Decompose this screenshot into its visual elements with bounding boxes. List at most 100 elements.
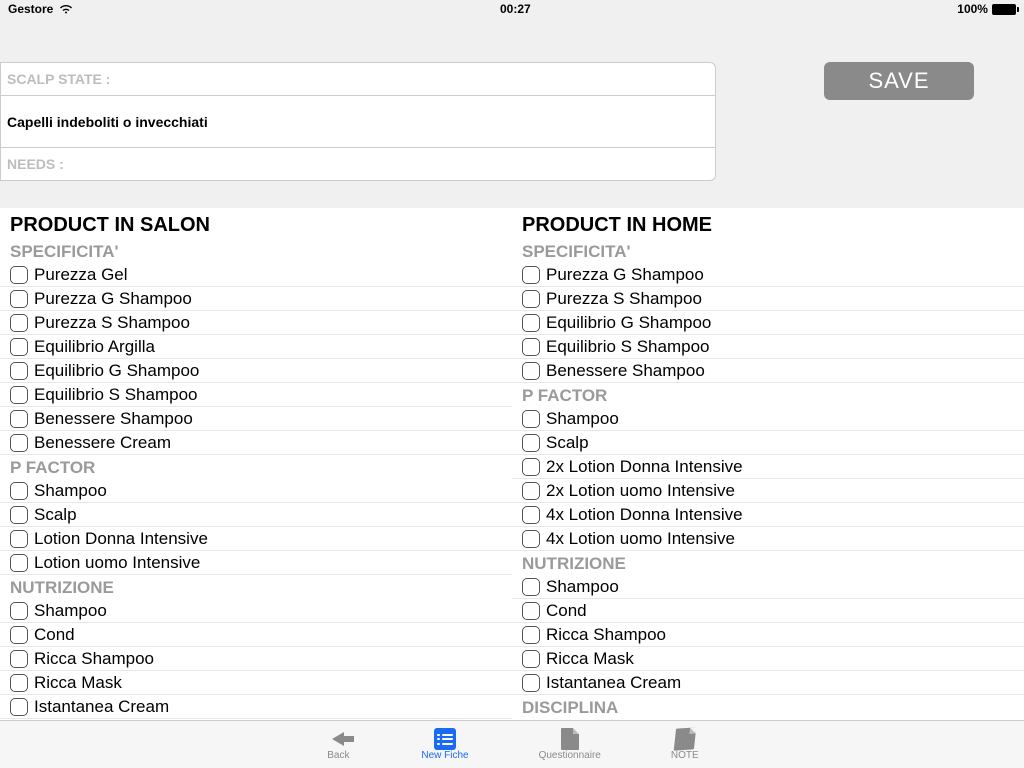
tab-back-label: Back [327, 750, 349, 761]
checkbox-icon[interactable] [10, 362, 28, 380]
product-row[interactable]: Shampoo [0, 599, 512, 623]
product-row[interactable]: Ricca Mask [512, 647, 1024, 671]
checkbox-icon[interactable] [522, 410, 540, 428]
product-row[interactable]: Ricca Mask [0, 671, 512, 695]
checkbox-icon[interactable] [522, 626, 540, 644]
needs-label[interactable]: NEEDS : [0, 148, 716, 181]
product-row[interactable]: Equilibrio G Shampoo [0, 359, 512, 383]
product-row[interactable]: Benessere Shampoo [512, 359, 1024, 383]
document-icon [561, 728, 579, 750]
product-label: Shampoo [34, 481, 107, 501]
product-row[interactable]: Purezza G Shampoo [0, 287, 512, 311]
product-row[interactable]: Equilibrio Argilla [0, 335, 512, 359]
product-row[interactable]: 2x Lotion Donna Intensive [512, 455, 1024, 479]
checkbox-icon[interactable] [522, 530, 540, 548]
salon-list: SPECIFICITA'Purezza GelPurezza G Shampoo… [0, 239, 512, 719]
checkbox-icon[interactable] [10, 482, 28, 500]
product-row[interactable]: 4x Lotion uomo Intensive [512, 527, 1024, 551]
checkbox-icon[interactable] [522, 650, 540, 668]
carrier-label: Gestore [8, 2, 53, 16]
product-row[interactable]: Scalp [0, 503, 512, 527]
product-label: 4x Lotion Donna Intensive [546, 505, 743, 525]
checkbox-icon[interactable] [10, 314, 28, 332]
tab-note[interactable]: NOTE [671, 728, 699, 761]
checkbox-icon[interactable] [10, 290, 28, 308]
product-row[interactable]: Purezza S Shampoo [0, 311, 512, 335]
product-label: Cond [34, 625, 75, 645]
product-label: Ricca Shampoo [546, 625, 666, 645]
product-row[interactable]: Cond [0, 623, 512, 647]
product-row[interactable]: Istantanea Cream [0, 695, 512, 719]
checkbox-icon[interactable] [522, 506, 540, 524]
checkbox-icon[interactable] [10, 506, 28, 524]
product-row[interactable]: 4x Lotion Donna Intensive [512, 503, 1024, 527]
product-row[interactable]: Scalp [512, 431, 1024, 455]
checkbox-icon[interactable] [10, 626, 28, 644]
tab-back[interactable]: Back [325, 728, 351, 761]
product-label: Scalp [546, 433, 589, 453]
checkbox-icon[interactable] [10, 338, 28, 356]
product-row[interactable]: Equilibrio G Shampoo [512, 311, 1024, 335]
checkbox-icon[interactable] [522, 602, 540, 620]
checkbox-icon[interactable] [522, 578, 540, 596]
product-row[interactable]: Shampoo [512, 407, 1024, 431]
checkbox-icon[interactable] [10, 698, 28, 716]
product-row[interactable]: Equilibrio S Shampoo [0, 383, 512, 407]
product-row[interactable]: Benessere Shampoo [0, 407, 512, 431]
product-row[interactable]: Equilibrio S Shampoo [512, 335, 1024, 359]
tab-questionnaire-label: Questionnaire [539, 750, 601, 761]
checkbox-icon[interactable] [10, 434, 28, 452]
checkbox-icon[interactable] [522, 482, 540, 500]
product-label: Equilibrio S Shampoo [546, 337, 709, 357]
checkbox-icon[interactable] [10, 554, 28, 572]
checkbox-icon[interactable] [10, 386, 28, 404]
product-label: Equilibrio G Shampoo [34, 361, 199, 381]
product-row[interactable]: Shampoo [512, 575, 1024, 599]
product-row[interactable]: Lotion Donna Intensive [0, 527, 512, 551]
checkbox-icon[interactable] [10, 530, 28, 548]
checkbox-icon[interactable] [522, 266, 540, 284]
product-label: Lotion uomo Intensive [34, 553, 200, 573]
product-row[interactable]: Purezza Gel [0, 263, 512, 287]
scalp-state-label[interactable]: SCALP STATE : [0, 62, 716, 96]
product-label: Shampoo [546, 409, 619, 429]
product-row[interactable]: Benessere Cream [0, 431, 512, 455]
checkbox-icon[interactable] [10, 602, 28, 620]
product-label: 2x Lotion uomo Intensive [546, 481, 735, 501]
save-button[interactable]: SAVE [824, 62, 974, 100]
product-row[interactable]: Purezza S Shampoo [512, 287, 1024, 311]
product-row[interactable]: Purezza G Shampoo [512, 263, 1024, 287]
salon-column: PRODUCT IN SALON SPECIFICITA'Purezza Gel… [0, 208, 512, 720]
tab-questionnaire[interactable]: Questionnaire [539, 728, 601, 761]
product-label: Equilibrio S Shampoo [34, 385, 197, 405]
product-row[interactable]: Ricca Shampoo [0, 647, 512, 671]
checkbox-icon[interactable] [10, 650, 28, 668]
checkbox-icon[interactable] [522, 338, 540, 356]
checkbox-icon[interactable] [10, 410, 28, 428]
checkbox-icon[interactable] [522, 434, 540, 452]
product-label: Equilibrio Argilla [34, 337, 155, 357]
checkbox-icon[interactable] [522, 290, 540, 308]
product-row[interactable]: Istantanea Cream [512, 671, 1024, 695]
checkbox-icon[interactable] [10, 674, 28, 692]
product-label: Istantanea Cream [546, 673, 681, 693]
tab-new-fiche[interactable]: New Fiche [421, 728, 468, 761]
status-bar: Gestore 00:27 100% [0, 0, 1024, 18]
checkbox-icon[interactable] [522, 458, 540, 476]
product-label: Purezza S Shampoo [546, 289, 702, 309]
scalp-state-value[interactable]: Capelli indeboliti o invecchiati [0, 96, 716, 148]
checkbox-icon[interactable] [522, 362, 540, 380]
checkbox-icon[interactable] [10, 266, 28, 284]
product-label: Scalp [34, 505, 77, 525]
product-row[interactable]: 2x Lotion uomo Intensive [512, 479, 1024, 503]
form-fields: SCALP STATE : Capelli indeboliti o invec… [0, 62, 716, 181]
product-row[interactable]: Lotion uomo Intensive [0, 551, 512, 575]
group-header: NUTRIZIONE [512, 551, 1024, 575]
product-row[interactable]: Shampoo [0, 479, 512, 503]
product-row[interactable]: Ricca Shampoo [512, 623, 1024, 647]
group-header: NUTRIZIONE [0, 575, 512, 599]
product-label: Lotion Donna Intensive [34, 529, 208, 549]
product-row[interactable]: Cond [512, 599, 1024, 623]
checkbox-icon[interactable] [522, 674, 540, 692]
checkbox-icon[interactable] [522, 314, 540, 332]
